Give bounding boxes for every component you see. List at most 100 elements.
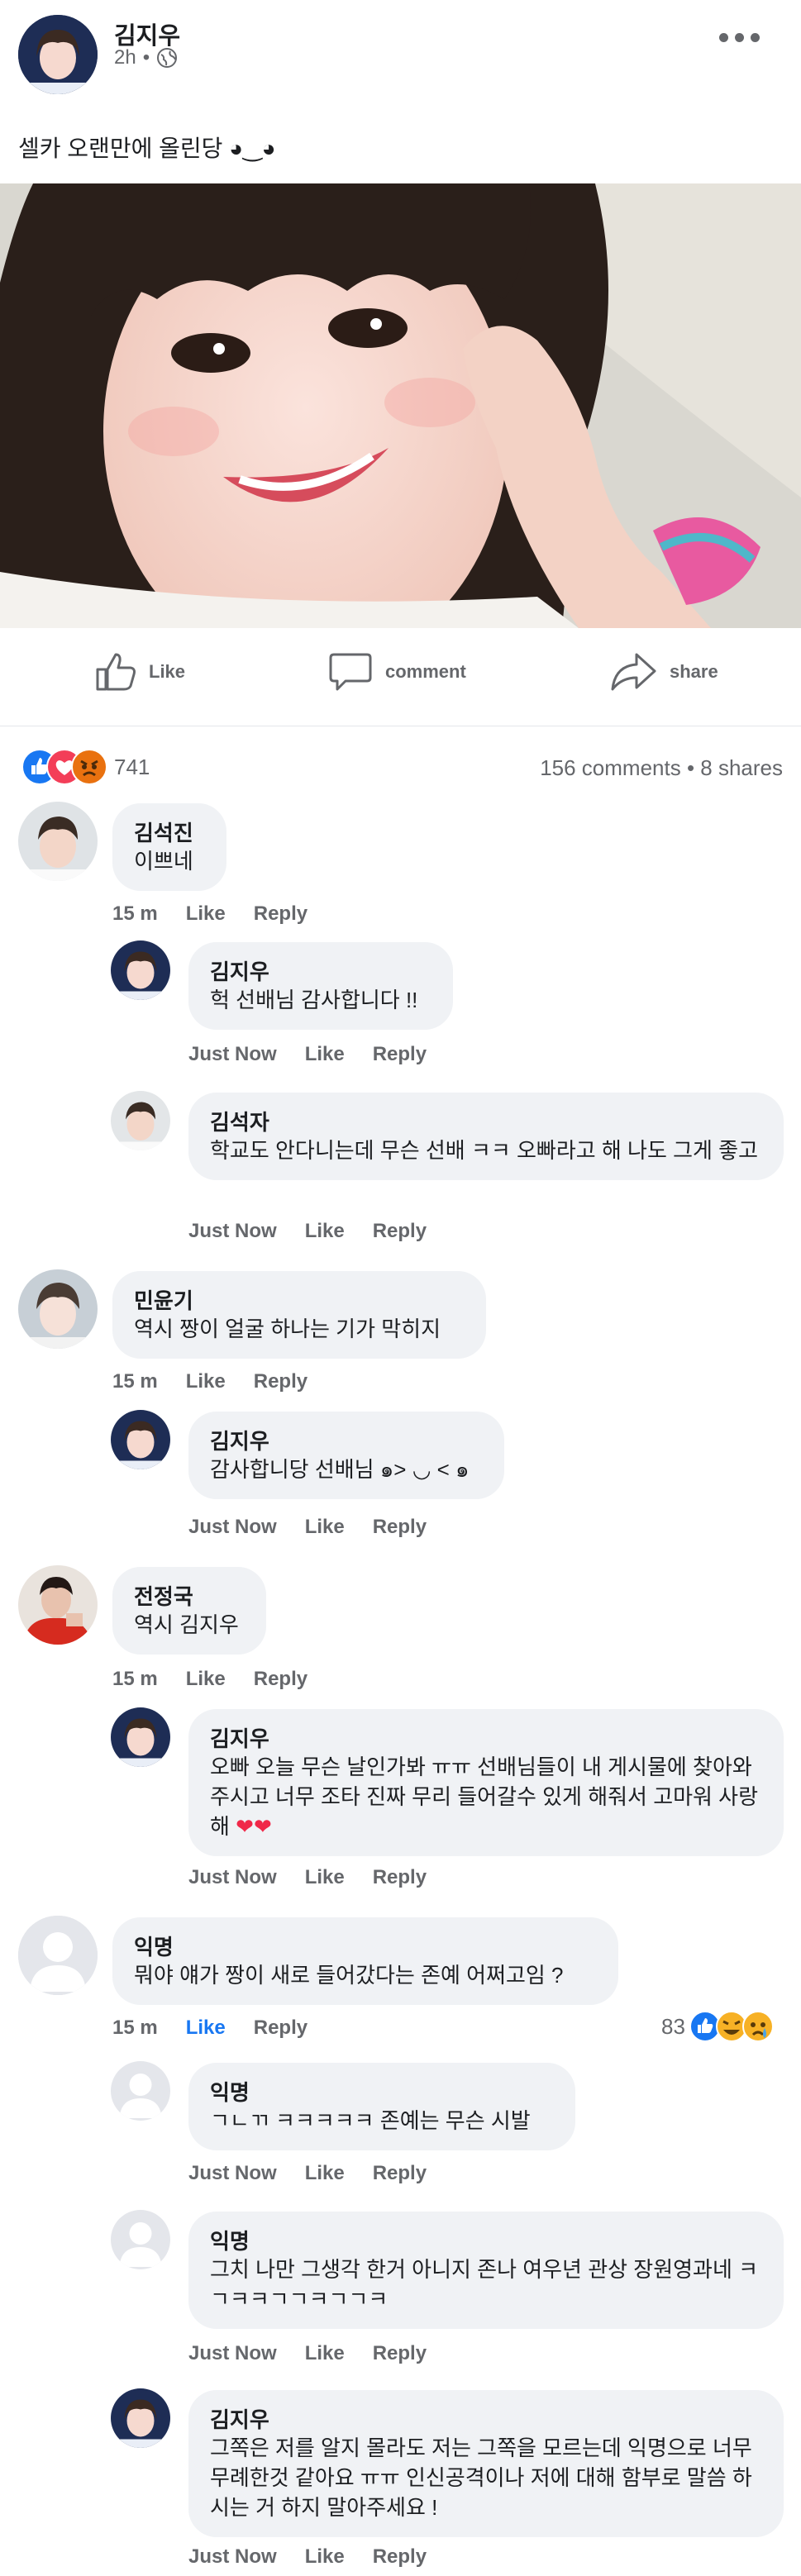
reply-author[interactable]: 김지우 [210,1726,762,1752]
reply-like-button[interactable]: Like [305,1516,345,1538]
comment-label: comment [385,661,466,682]
reply-author[interactable]: 김지우 [210,2407,762,2433]
comment-bubble[interactable]: 민윤기 역시 짱이 얼굴 하나는 기가 막히지 [112,1271,486,1359]
comment-like-button[interactable]: Like [186,2017,226,2039]
reply-reply-button[interactable]: Reply [373,2342,427,2364]
reply-like-button[interactable]: Like [305,2162,345,2184]
commenter-avatar[interactable] [18,802,98,881]
comment-button[interactable]: comment [329,651,466,693]
reply-author[interactable]: 김지우 [210,959,431,985]
globe-icon [157,48,178,68]
reply-author[interactable]: 익명 [210,2079,554,2106]
reply-reply-button[interactable]: Reply [373,2545,427,2568]
reply-time: Just Now [188,1866,277,1888]
reply-time: Just Now [188,1043,277,1065]
avatar-photo-icon [18,802,98,881]
reply-avatar[interactable] [111,2388,170,2448]
comment-reply-button[interactable]: Reply [254,902,308,925]
comment-reply-button[interactable]: Reply [254,1668,308,1690]
share-button[interactable]: share [610,651,718,693]
comment-reply-button[interactable]: Reply [254,2017,308,2039]
reply-meta: Just Now Like Reply [188,2545,455,2569]
reply-author[interactable]: 익명 [210,2228,762,2255]
more-options-icon[interactable] [719,33,762,46]
comment-author[interactable]: 민윤기 [134,1288,465,1314]
reply-bubble[interactable]: 김지우 감사합니당 선배님 ๑> ◡ < ๑ [188,1412,504,1499]
comment-meta: 15 m Like Reply [112,2017,336,2040]
reply-reply-button[interactable]: Reply [373,1516,427,1538]
comment-bubble[interactable]: 김석진 이쁘네 [112,803,226,891]
reply-bubble[interactable]: 김지우 그쪽은 저를 알지 몰라도 저는 그쪽을 모르는데 익명으로 너무 무례… [188,2390,784,2537]
post-time[interactable]: 2h [114,46,136,69]
reply-reply-button[interactable]: Reply [373,1043,427,1065]
comment-meta: 15 m Like Reply [112,1370,336,1393]
commenter-avatar[interactable] [18,1565,98,1645]
reply-text: 학교도 안다니는데 무슨 선배 ㅋㅋ 오빠라고 해 나도 그게 좋고 [210,1138,759,1163]
reply-time: Just Now [188,1516,277,1538]
comment-icon [329,653,372,691]
comment-bubble[interactable]: 익명 뭐야 얘가 짱이 새로 들어갔다는 존예 어쩌고임 ? [112,1917,618,2005]
comment-time: 15 m [112,1370,158,1393]
comment-like-button[interactable]: Like [186,902,226,925]
reply-like-button[interactable]: Like [305,1866,345,1888]
comment-text: 역시 김지우 [134,1612,239,1637]
comment-reactions-count: 83 [661,2013,685,2039]
reply-text: ㄱㄴㄲ ㅋㅋㅋㅋㅋ 존예는 무슨 시발 [210,2108,531,2133]
avatar-photo-icon [111,1410,170,1469]
meta-separator: • [142,46,150,69]
post-photo[interactable] [0,183,801,628]
commenter-avatar[interactable] [18,1269,98,1349]
reply-avatar[interactable] [111,940,170,1000]
reply-like-button[interactable]: Like [305,2545,345,2568]
share-label: share [670,661,718,682]
comment-bubble[interactable]: 전정국 역시 김지우 [112,1567,266,1655]
reply-bubble[interactable]: 익명 ㄱㄴㄲ ㅋㅋㅋㅋㅋ 존예는 무슨 시발 [188,2063,575,2150]
author-avatar[interactable] [18,15,98,94]
comment-author[interactable]: 김석진 [134,820,205,846]
reply-avatar[interactable] [111,1091,170,1150]
reply-bubble[interactable]: 김지우 헉 선배님 감사합니다 !! [188,942,453,1030]
avatar-photo-icon [18,1565,98,1645]
reply-bubble[interactable]: 김석자 학교도 안다니는데 무슨 선배 ㅋㅋ 오빠라고 해 나도 그게 좋고 [188,1093,784,1180]
reply-like-button[interactable]: Like [305,2342,345,2364]
reactions-summary[interactable]: 741 [21,747,150,787]
reply-author[interactable]: 김석자 [210,1109,762,1136]
post-text: 셀카 오랜만에 올린당 ◕‿◕ [18,136,276,161]
comments-shares-count[interactable]: 156 comments • 8 shares [540,755,783,781]
reply-avatar[interactable] [111,2210,170,2269]
comment-author[interactable]: 익명 [134,1934,597,1960]
like-button[interactable]: Like [94,651,185,693]
reply-text: 감사합니당 선배님 ๑> ◡ < ๑ [210,1457,470,1482]
reply-avatar[interactable] [111,1410,170,1469]
comment-reply-button[interactable]: Reply [254,1370,308,1393]
reply-reply-button[interactable]: Reply [373,2162,427,2184]
comment-time: 15 m [112,2017,158,2039]
comment-author[interactable]: 전정국 [134,1583,245,1610]
reply-reply-button[interactable]: Reply [373,1866,427,1888]
reply-meta: Just Now Like Reply [188,2162,455,2185]
commenter-avatar[interactable] [18,1916,98,1995]
reply-bubble[interactable]: 익명 그치 나만 그생각 한거 아니지 존나 여우년 관상 장원영과네 ㅋㄱㅋㅋ… [188,2212,784,2329]
reply-avatar[interactable] [111,1707,170,1767]
selfie-photo [0,183,801,628]
reply-like-button[interactable]: Like [305,1043,345,1065]
comment-like-button[interactable]: Like [186,1668,226,1690]
reply-meta: Just Now Like Reply [188,1866,455,1889]
reply-bubble[interactable]: 김지우 오빠 오늘 무슨 날인가봐 ㅠㅠ 선배님들이 내 게시물에 찾아와주시고… [188,1709,784,1856]
comment-reactions[interactable]: 83 [661,2010,780,2043]
post-meta: 2h • [114,46,178,69]
reply-author[interactable]: 김지우 [210,1428,483,1455]
reply-time: Just Now [188,1220,277,1242]
reply-reply-button[interactable]: Reply [373,1220,427,1242]
reactions-count: 741 [114,754,150,779]
reply-text: 그치 나만 그생각 한거 아니지 존나 여우년 관상 장원영과네 ㅋㄱㅋㅋㄱㄱㅋ… [210,2257,759,2312]
like-label: Like [149,661,186,682]
avatar-photo-icon [18,1269,98,1349]
share-icon [611,653,656,691]
reply-like-button[interactable]: Like [305,1220,345,1242]
avatar-photo-icon [111,1707,170,1767]
comment-like-button[interactable]: Like [186,1370,226,1393]
reply-meta: Just Now Like Reply [188,1220,455,1243]
reply-avatar[interactable] [111,2061,170,2121]
comment-text: 이쁘네 [134,849,193,874]
